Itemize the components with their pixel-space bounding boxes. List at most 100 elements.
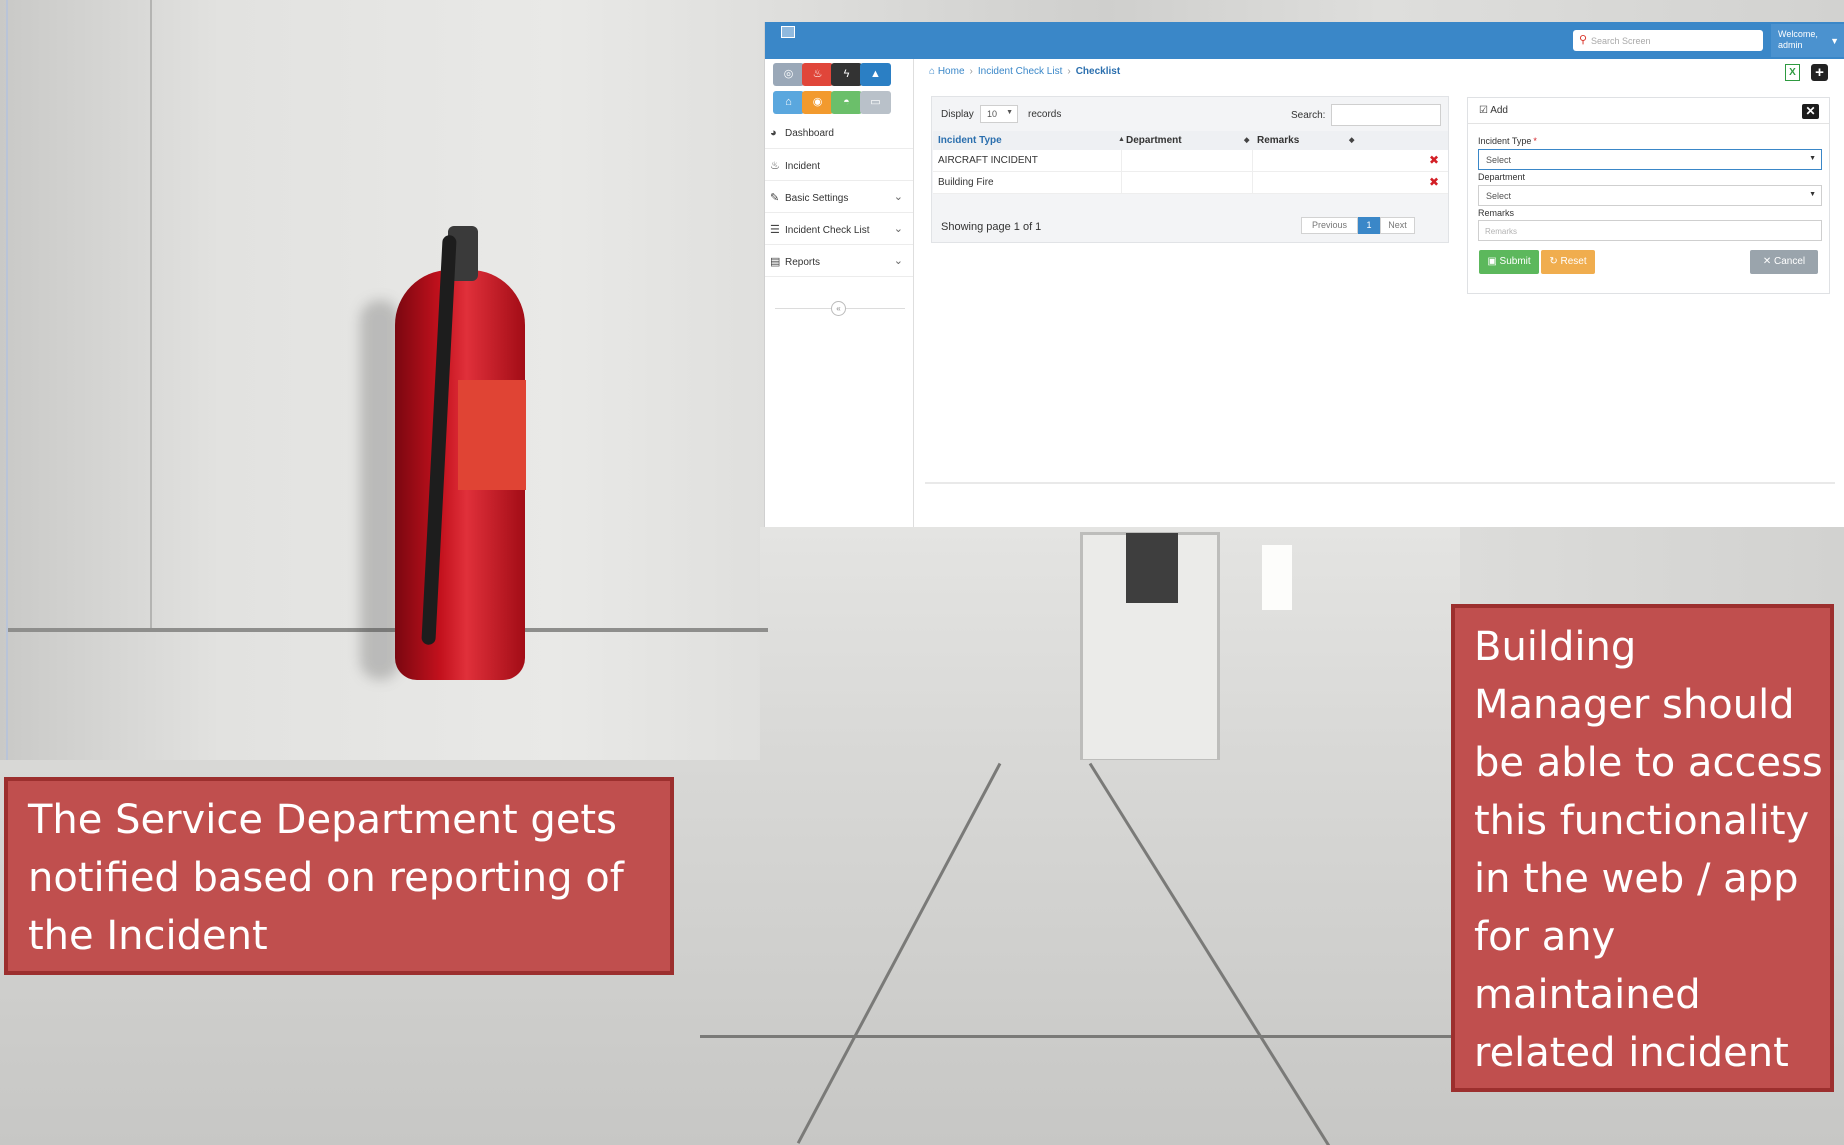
door-window [1126,533,1178,603]
dashboard-icon: ◕ [770,127,777,139]
sidebar-item-label: Reports [785,257,821,268]
callout-line: for any [1474,914,1616,960]
quick-tile-lightning-icon[interactable]: ϟ [831,63,862,86]
wrench-icon: ✎ [770,192,780,204]
checkbox-icon: ☑ [1479,105,1488,116]
column-header-remarks[interactable]: Remarks ◆ [1257,135,1362,149]
add-record-icon[interactable]: + [1811,64,1828,81]
sidebar-item-dashboard[interactable]: ◕ Dashboard [765,117,913,149]
department-select[interactable]: Select ▼ [1478,185,1822,206]
table-row[interactable]: AIRCRAFT INCIDENT ✖ [933,150,1448,172]
sidebar-item-label: Incident [785,161,821,172]
quick-tile-target-icon[interactable]: ◉ [802,91,833,114]
service-department-callout: The Service Department gets notified bas… [4,777,674,975]
page-info: Showing page 1 of 1 [941,221,1042,233]
remarks-label: Remarks [1478,208,1515,218]
reset-button[interactable]: ↻ Reset [1541,250,1595,274]
floor-line [700,1035,1460,1038]
column-header-department[interactable]: Department ◆ [1126,135,1254,149]
quick-tile-warning-icon[interactable]: ▲ [860,63,891,86]
chevron-down-icon: ▼ [1006,109,1013,116]
building-manager-callout: Building Manager should be able to acces… [1451,604,1834,1092]
submit-button[interactable]: ▣ Submit [1479,250,1539,274]
warning-icon: ▲ [870,68,881,80]
sidebar-item-label: Dashboard [785,128,834,139]
lightning-icon: ϟ [843,68,850,80]
callout-line: be able to access [1474,740,1823,786]
table-search-input[interactable] [1331,104,1441,126]
checklist-table-panel: Display 10 ▼ records Search: Incident Ty… [931,96,1449,243]
sidebar-item-incident-check-list[interactable]: ☰ Incident Check List ⌄ [765,213,913,245]
page-1-button[interactable]: 1 [1358,217,1380,234]
cancel-label: Cancel [1774,256,1806,267]
content-divider [925,482,1835,484]
search-screen-input[interactable] [1591,33,1756,48]
laptop-icon: ▭ [870,96,881,108]
chevron-down-icon: ⌄ [893,191,903,203]
quick-tile-fire-icon[interactable]: ♨ [802,63,833,86]
column-label: Department [1126,135,1182,146]
trash-icon[interactable]: ✖ [1429,176,1439,189]
callout-line: Manager should [1474,682,1795,728]
incident-type-label: Incident Type * [1478,136,1537,146]
export-excel-icon[interactable]: X [1785,64,1800,81]
quick-tile-bank-icon[interactable]: ⌂ [773,91,804,114]
breadcrumb: ⌂ Home › Incident Check List › Checklist [929,66,1120,82]
incident-type-value: Select [1486,155,1512,165]
close-icon: ✕ [1762,256,1772,267]
breadcrumb-home[interactable]: Home [938,66,965,77]
chevron-down-icon: ⌄ [893,255,903,267]
sort-icon: ◆ [1349,137,1355,144]
trash-icon[interactable]: ✖ [1429,154,1439,167]
sidebar-item-incident[interactable]: ♨ Incident [765,149,913,181]
department-label: Department [1478,172,1526,182]
logo-image [781,26,795,38]
callout-line: The Service Department gets [28,797,617,843]
fire-icon: ♨ [812,68,823,80]
quick-tile-laptop-icon[interactable]: ▭ [860,91,891,114]
previous-page-button[interactable]: Previous [1301,217,1358,234]
remarks-field[interactable] [1478,220,1822,241]
breadcrumb-section[interactable]: Incident Check List [978,66,1063,77]
breadcrumb-separator-icon: › [969,66,973,77]
user-menu[interactable]: Welcome, admin ▼ [1771,24,1844,57]
sidebar-item-reports[interactable]: ▤ Reports ⌄ [765,245,913,277]
quick-tile-dashboard-gauge-icon[interactable]: ◎ [773,63,804,86]
list-icon: ☰ [770,224,780,236]
collapse-sidebar-icon[interactable]: « [831,301,846,316]
save-icon: ▣ [1487,256,1497,267]
cell-incident-type: Building Fire [938,177,994,188]
sidebar-item-label: Incident Check List [785,225,870,236]
callout-line: notified based on reporting of [28,855,624,901]
sidebar-item-label: Basic Settings [785,193,849,204]
next-page-button[interactable]: Next [1380,217,1415,234]
search-screen-box[interactable]: ⚲ [1573,30,1763,51]
column-divider [1121,150,1122,172]
column-header-incident-type[interactable]: Incident Type ▲ [938,135,1125,149]
page-size-select[interactable]: 10 ▼ [980,105,1018,123]
incident-type-select[interactable]: Select ▼ [1478,149,1822,170]
callout-line: the Incident [28,913,268,959]
report-icon: ▤ [770,256,781,268]
display-label: Display [941,109,974,120]
close-icon[interactable]: ✕ [1802,104,1819,119]
add-checklist-form: ☑ Add ✕ Incident Type * Select ▼ Departme… [1467,97,1830,294]
column-label: Incident Type [938,135,1002,146]
required-mark: * [1533,136,1537,146]
department-value: Select [1486,191,1512,201]
callout-line: in the web / app [1474,856,1799,902]
label-text: Incident Type [1478,136,1532,146]
table-row[interactable]: Building Fire ✖ [933,172,1448,194]
sidebar-item-basic-settings[interactable]: ✎ Basic Settings ⌄ [765,181,913,213]
form-header: ☑ Add [1468,98,1829,124]
cancel-button[interactable]: ✕ Cancel [1750,250,1818,274]
app-window: ⚲ Welcome, admin ▼ ◎ ♨ ϟ ▲ ⌂ ◉ ◓ ▭ ◕ Dashboard ♨ I… [764,22,1844,527]
quick-tile-car-icon[interactable]: ◓ [831,91,862,114]
sort-asc-icon: ▲ [1118,136,1125,143]
extinguisher-shadow [360,300,400,680]
bank-icon: ⌂ [785,96,792,108]
breadcrumb-separator-icon: › [1067,66,1071,77]
remarks-input[interactable] [1479,222,1821,241]
submit-label: Submit [1499,256,1531,267]
records-label: records [1028,109,1062,120]
